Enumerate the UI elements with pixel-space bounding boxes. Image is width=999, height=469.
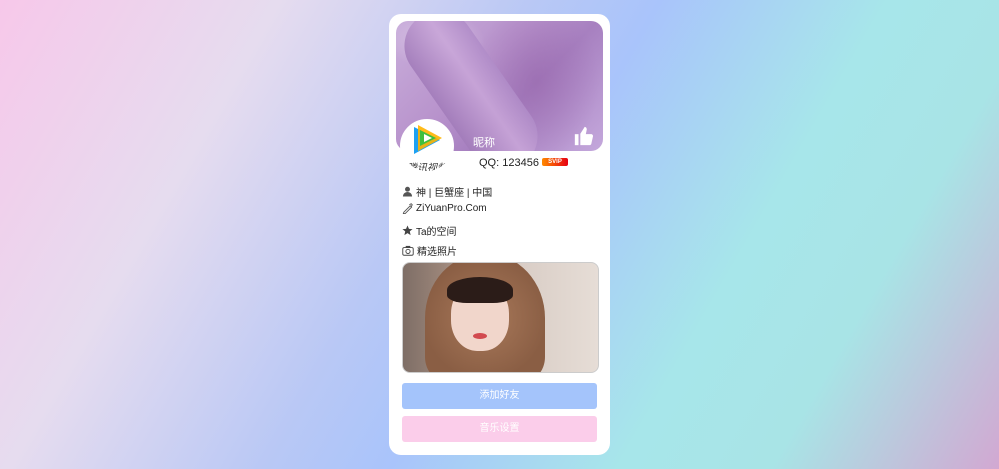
- music-settings-button[interactable]: 音乐设置: [402, 416, 597, 442]
- star-icon: [402, 225, 413, 236]
- basic-info-text: 神 | 巨蟹座 | 中国: [416, 188, 493, 199]
- thumbs-up-icon[interactable]: [573, 125, 595, 147]
- add-friend-button[interactable]: 添加好友: [402, 383, 597, 409]
- camera-icon: [402, 245, 414, 256]
- profile-card: 昵称 腾讯视频 QQ: 123456 SVIP 神 | 巨蟹座 | 中国 ZiY…: [389, 14, 610, 455]
- user-icon: [402, 186, 413, 197]
- pen-link-icon: [402, 203, 413, 214]
- qq-number: QQ: 123456: [479, 157, 539, 169]
- avatar-logo-text: 腾讯视频: [407, 163, 447, 173]
- photos-label: 精选照片: [417, 247, 457, 258]
- website-link[interactable]: ZiYuanPro.Com: [416, 203, 487, 214]
- website-row[interactable]: ZiYuanPro.Com: [402, 203, 487, 214]
- photos-row: 精选照片: [402, 243, 457, 258]
- vip-badge: SVIP: [542, 158, 568, 166]
- video-play-icon: [414, 125, 442, 154]
- basic-info-row: 神 | 巨蟹座 | 中国: [402, 184, 492, 199]
- avatar[interactable]: 腾讯视频: [400, 119, 454, 173]
- featured-photo[interactable]: [402, 262, 599, 373]
- space-row[interactable]: Ta的空间: [402, 223, 457, 238]
- nickname: 昵称: [473, 137, 495, 149]
- space-link[interactable]: Ta的空间: [416, 223, 457, 238]
